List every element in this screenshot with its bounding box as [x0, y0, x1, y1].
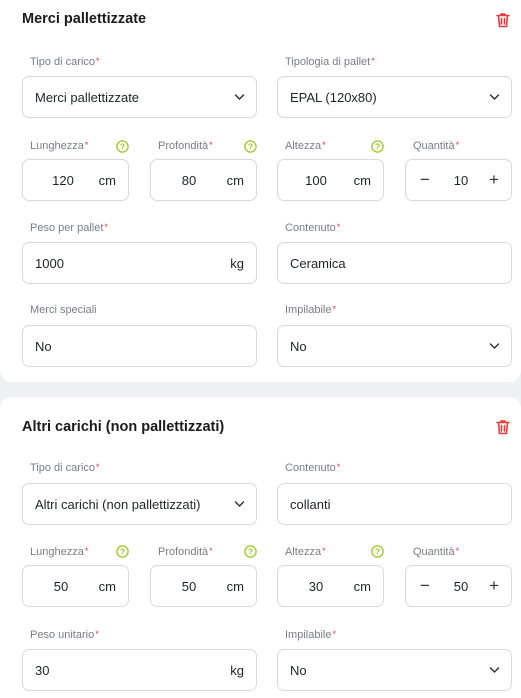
load-type-value: Merci pallettizzate — [35, 90, 140, 105]
weight-input[interactable]: 1000 kg — [22, 242, 257, 284]
svg-text:?: ? — [248, 142, 253, 152]
card-title: Altri carichi (non pallettizzati) — [22, 419, 225, 435]
pallet-goods-card: Merci pallettizzate Tipo di carico* Merc… — [0, 0, 521, 382]
svg-text:?: ? — [248, 547, 253, 557]
depth-label: Profondità* — [158, 546, 213, 558]
load-type-select[interactable]: Altri carichi (non pallettizzati) — [22, 483, 257, 525]
quantity-label: Quantità* — [413, 546, 460, 558]
length-value: 120 — [52, 173, 74, 188]
content-input[interactable]: collanti — [277, 483, 512, 525]
help-icon[interactable]: ? — [244, 140, 257, 153]
pallet-type-value: EPAL (120x80) — [290, 90, 377, 105]
chevron-down-icon — [234, 94, 245, 101]
quantity-stepper[interactable]: − 10 + — [405, 159, 512, 201]
depth-input[interactable]: 80 cm — [150, 159, 257, 201]
stackable-value: No — [290, 339, 307, 354]
unit-weight-value: 30 — [35, 663, 50, 678]
svg-text:?: ? — [120, 547, 125, 557]
length-label: Lunghezza* — [30, 140, 89, 152]
chevron-down-icon — [489, 343, 500, 350]
height-unit: cm — [353, 579, 371, 594]
quantity-stepper[interactable]: − 50 + — [405, 565, 512, 607]
depth-unit: cm — [226, 173, 244, 188]
length-input[interactable]: 50 cm — [22, 565, 129, 607]
help-icon[interactable]: ? — [116, 140, 129, 153]
pallet-type-label: Tipologia di pallet* — [285, 56, 375, 68]
load-type-label: Tipo di carico* — [30, 462, 100, 474]
unit-weight-input[interactable]: 30 kg — [22, 649, 257, 691]
stackable-value: No — [290, 663, 307, 678]
load-type-label: Tipo di carico* — [30, 56, 100, 68]
weight-value: 1000 — [35, 256, 64, 271]
quantity-label: Quantità* — [413, 140, 460, 152]
depth-value: 50 — [181, 579, 197, 594]
length-label: Lunghezza* — [30, 546, 89, 558]
help-icon[interactable]: ? — [116, 545, 129, 558]
depth-label: Profondità* — [158, 140, 213, 152]
quantity-value: 10 — [453, 173, 469, 188]
length-unit: cm — [98, 579, 116, 594]
chevron-down-icon — [489, 667, 500, 674]
chevron-down-icon — [234, 501, 245, 508]
card-title: Merci pallettizzate — [22, 11, 147, 27]
stackable-label: Impilabile* — [285, 629, 336, 641]
trash-icon[interactable] — [496, 12, 510, 28]
decrement-button[interactable]: − — [415, 574, 435, 598]
help-icon[interactable]: ? — [244, 545, 257, 558]
height-input[interactable]: 30 cm — [277, 565, 384, 607]
length-input[interactable]: 120 cm — [22, 159, 129, 201]
height-value: 30 — [308, 579, 324, 594]
help-icon[interactable]: ? — [371, 140, 384, 153]
stackable-label: Impilabile* — [285, 304, 336, 316]
help-icon[interactable]: ? — [371, 545, 384, 558]
stackable-select[interactable]: No — [277, 325, 512, 367]
length-value: 50 — [53, 579, 69, 594]
svg-text:?: ? — [375, 142, 380, 152]
other-loads-card: Altri carichi (non pallettizzati) Tipo d… — [0, 397, 521, 698]
depth-value: 80 — [181, 173, 197, 188]
height-label: Altezza* — [285, 546, 326, 558]
height-label: Altezza* — [285, 140, 326, 152]
content-value: Ceramica — [290, 256, 346, 271]
content-input[interactable]: Ceramica — [277, 242, 512, 284]
decrement-button[interactable]: − — [415, 168, 435, 192]
trash-icon[interactable] — [496, 419, 510, 435]
svg-text:?: ? — [120, 142, 125, 152]
weight-unit: kg — [230, 256, 244, 271]
pallet-type-select[interactable]: EPAL (120x80) — [277, 76, 512, 118]
unit-weight-label: Peso unitario* — [30, 629, 99, 641]
content-label: Contenuto* — [285, 222, 341, 234]
height-value: 100 — [305, 173, 327, 188]
chevron-down-icon — [489, 94, 500, 101]
unit-weight-unit: kg — [230, 663, 244, 678]
length-unit: cm — [98, 173, 116, 188]
special-goods-value: No — [35, 339, 52, 354]
stackable-select[interactable]: No — [277, 649, 512, 691]
height-input[interactable]: 100 cm — [277, 159, 384, 201]
load-type-value: Altri carichi (non pallettizzati) — [35, 497, 201, 512]
weight-label: Peso per pallet* — [30, 222, 108, 234]
content-value: collanti — [290, 497, 331, 512]
depth-unit: cm — [226, 579, 244, 594]
height-unit: cm — [353, 173, 371, 188]
svg-text:?: ? — [375, 547, 380, 557]
increment-button[interactable]: + — [484, 574, 504, 598]
depth-input[interactable]: 50 cm — [150, 565, 257, 607]
special-goods-label: Merci speciali — [30, 304, 97, 316]
quantity-value: 50 — [453, 579, 469, 594]
load-type-select[interactable]: Merci pallettizzate — [22, 76, 257, 118]
content-label: Contenuto* — [285, 462, 341, 474]
increment-button[interactable]: + — [484, 168, 504, 192]
special-goods-input[interactable]: No — [22, 325, 257, 367]
